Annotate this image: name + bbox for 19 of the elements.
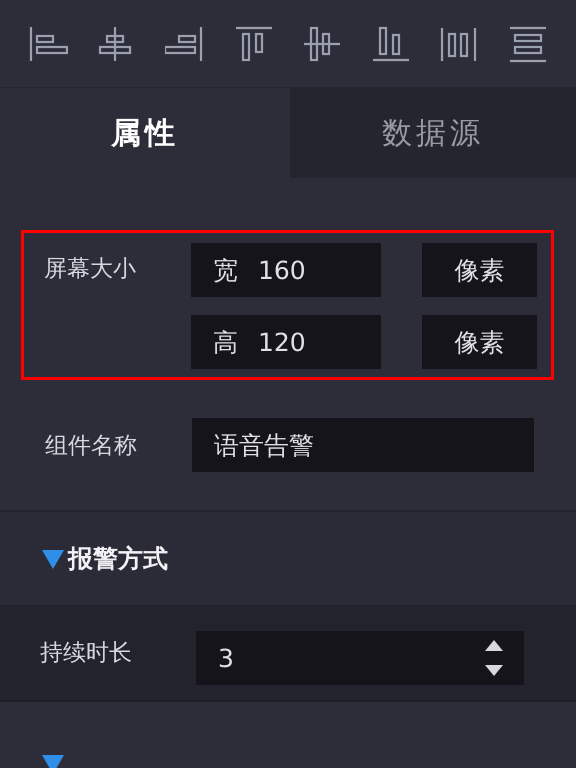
distribute-v-icon[interactable]: [508, 24, 548, 62]
tab[interactable]: 数据源: [290, 88, 576, 178]
number-field[interactable]: 3: [196, 631, 524, 685]
unit-dropdown[interactable]: 像素: [422, 315, 537, 369]
field-label: 组件名称: [45, 432, 138, 460]
align-bottom-icon[interactable]: [370, 24, 411, 62]
section-title: 报警方式: [68, 543, 168, 575]
name-field[interactable]: 语音告警: [192, 418, 534, 472]
size-field[interactable]: 高 120: [191, 315, 381, 369]
collapse-triangle-icon[interactable]: [42, 548, 64, 568]
field-label: 屏幕大小: [44, 255, 137, 284]
unit-dropdown[interactable]: 像素: [422, 243, 537, 297]
field-label: 持续时长: [40, 639, 133, 668]
spinner-arrows-icon[interactable]: [484, 638, 504, 678]
align-vcenter-icon[interactable]: [302, 24, 342, 62]
collapse-triangle-icon[interactable]: [42, 754, 64, 768]
size-field[interactable]: 宽 160: [191, 243, 381, 297]
align-left-icon[interactable]: [28, 24, 68, 62]
align-top-icon[interactable]: [234, 24, 274, 62]
